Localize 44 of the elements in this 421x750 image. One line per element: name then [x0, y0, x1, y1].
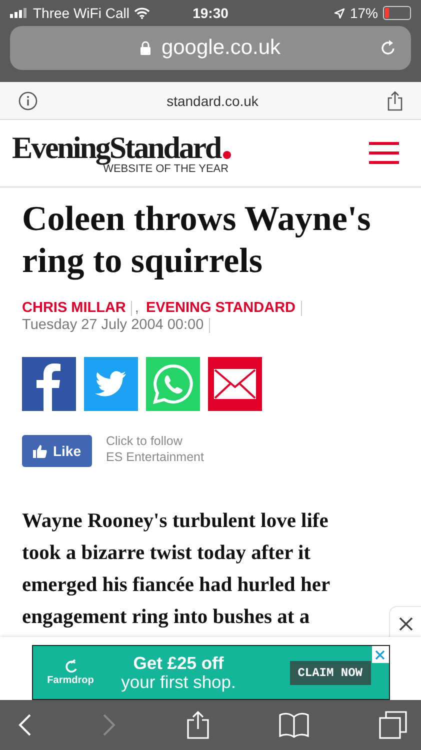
lock-icon	[140, 41, 152, 55]
tagline: WEBSITE OF THE YEAR	[103, 162, 229, 174]
ad-close-button[interactable]	[372, 646, 388, 663]
like-button[interactable]: Like	[22, 435, 92, 467]
share-button[interactable]	[186, 711, 208, 739]
author-link[interactable]: CHRIS MILLAR	[22, 300, 126, 316]
menu-icon[interactable]	[369, 142, 399, 164]
publish-date: Tuesday 27 July 2004 00:00	[22, 317, 204, 333]
follow-page-name: ES Entertainment	[106, 449, 204, 465]
signal-icon	[10, 8, 28, 18]
brand-logo-icon	[64, 659, 78, 675]
close-button[interactable]	[389, 606, 421, 640]
battery-percent: 17%	[350, 5, 378, 21]
bookmarks-button[interactable]	[278, 712, 309, 738]
facebook-share-button[interactable]	[22, 357, 76, 411]
info-icon[interactable]	[18, 90, 38, 110]
thumbs-up-icon	[32, 444, 47, 458]
close-icon	[375, 650, 385, 660]
logo[interactable]: EveningStandard	[12, 132, 221, 162]
brand-name: Farmdrop	[47, 675, 94, 686]
close-icon	[398, 616, 412, 630]
site-domain: standard.co.uk	[166, 92, 258, 108]
tabs-button[interactable]	[379, 711, 407, 739]
battery-icon	[383, 6, 411, 20]
back-button[interactable]	[18, 713, 32, 737]
email-share-button[interactable]	[208, 357, 262, 411]
twitter-share-button[interactable]	[84, 357, 138, 411]
advertisement-banner[interactable]: Farmdrop Get £25 off your first shop. CLAIM NOW	[32, 645, 390, 700]
share-icon[interactable]	[387, 90, 403, 110]
location-icon	[334, 8, 345, 18]
claim-button[interactable]: CLAIM NOW	[290, 660, 370, 684]
wifi-icon	[134, 7, 150, 19]
article-body: Wayne Rooney's turbulent love life took a bizarre twist today after it emerged his fiancée had hurled her engagement ring into bushes at a	[22, 509, 331, 630]
reload-icon[interactable]	[379, 39, 397, 57]
publication-link[interactable]: EVENING STANDARD	[146, 300, 296, 316]
headline: Coleen throws Wayne's ring to squirrels	[22, 198, 372, 282]
byline-separator: ,	[134, 300, 139, 316]
clock: 19:30	[192, 5, 228, 21]
address-bar[interactable]: google.co.uk	[10, 26, 411, 70]
follow-text: Click to follow	[106, 433, 184, 449]
ad-subline: your first shop.	[121, 672, 236, 692]
logo-dot	[222, 150, 231, 158]
ad-headline: Get £25 off	[133, 654, 224, 672]
carrier: Three WiFi Call	[33, 5, 130, 21]
